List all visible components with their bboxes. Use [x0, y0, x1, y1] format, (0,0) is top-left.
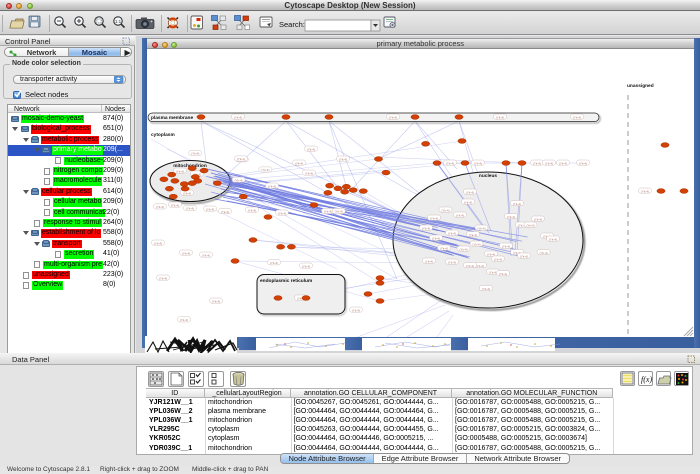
svg-text:(Yk-4): (Yk-4): [487, 252, 495, 256]
svg-text:(Yk-4): (Yk-4): [446, 161, 454, 165]
svg-text:nucleus: nucleus: [479, 173, 497, 179]
svg-text:(Yk-4): (Yk-4): [335, 209, 343, 213]
svg-text:(Yk-4): (Yk-4): [469, 232, 477, 236]
svg-text:(Yk-4): (Yk-4): [389, 115, 397, 119]
svg-text:(Yk-4): (Yk-4): [440, 246, 448, 250]
svg-text:unassigned: unassigned: [627, 83, 654, 89]
svg-text:(Yk-4): (Yk-4): [221, 209, 229, 213]
svg-text:plasma membrane: plasma membrane: [151, 115, 193, 121]
svg-text:(Yk-4): (Yk-4): [430, 216, 438, 220]
svg-text:(Yk-4): (Yk-4): [466, 190, 474, 194]
svg-text:(Yk-4): (Yk-4): [507, 214, 515, 218]
svg-text:(Yk-4): (Yk-4): [270, 261, 278, 265]
svg-text:(Yk-4): (Yk-4): [180, 318, 188, 322]
svg-text:(Yk-4): (Yk-4): [191, 151, 199, 155]
svg-text:(Yk-4): (Yk-4): [477, 226, 485, 230]
svg-text:(Yk-4): (Yk-4): [513, 201, 521, 205]
svg-text:(Yk-4): (Yk-4): [261, 168, 269, 172]
svg-text:(Yk-4): (Yk-4): [339, 157, 347, 161]
svg-text:(Yk-4): (Yk-4): [448, 260, 456, 264]
svg-text:(Yk-4): (Yk-4): [441, 208, 449, 212]
svg-text:(Yk-4): (Yk-4): [324, 209, 332, 213]
svg-text:(Yk-4): (Yk-4): [432, 236, 440, 240]
svg-text:(Yk-4): (Yk-4): [534, 217, 542, 221]
svg-text:(Yk-4): (Yk-4): [489, 270, 497, 274]
svg-text:(Yk-4): (Yk-4): [182, 251, 190, 255]
svg-text:(Yk-4): (Yk-4): [176, 169, 184, 173]
svg-text:cytoplasm: cytoplasm: [151, 132, 175, 138]
svg-text:(Yk-4): (Yk-4): [459, 247, 467, 251]
svg-text:(Yk-4): (Yk-4): [573, 115, 581, 119]
svg-text:(Yk-4): (Yk-4): [466, 263, 474, 267]
svg-text:(Yk-4): (Yk-4): [456, 213, 464, 217]
svg-text:(Yk-4): (Yk-4): [476, 263, 484, 267]
svg-text:(Yk-4): (Yk-4): [425, 259, 433, 263]
svg-text:(Yk-4): (Yk-4): [248, 208, 256, 212]
svg-text:(Yk-4): (Yk-4): [422, 226, 430, 230]
svg-text:(Yk-4): (Yk-4): [234, 115, 242, 119]
svg-text:(Yk-4): (Yk-4): [533, 161, 541, 165]
svg-text:(Yk-4): (Yk-4): [237, 157, 245, 161]
svg-text:(Yk-4): (Yk-4): [496, 115, 504, 119]
svg-text:(Yk-4): (Yk-4): [464, 200, 472, 204]
svg-text:f(x): f(x): [641, 375, 652, 384]
svg-text:(Yk-4): (Yk-4): [494, 257, 502, 261]
svg-text:(Yk-4): (Yk-4): [499, 271, 507, 275]
svg-text:(Yk-4): (Yk-4): [559, 161, 567, 165]
svg-text:(Yk-4): (Yk-4): [154, 241, 162, 245]
svg-text:(Yk-4): (Yk-4): [156, 205, 164, 209]
svg-text:(Yk-4): (Yk-4): [352, 308, 360, 312]
svg-text:(Yk-4): (Yk-4): [171, 203, 179, 207]
svg-text:(Yk-4): (Yk-4): [502, 244, 510, 248]
svg-text:Search:: Search:: [279, 20, 305, 29]
svg-text:(Yk-4): (Yk-4): [212, 299, 220, 303]
svg-text:(Yk-4): (Yk-4): [474, 161, 482, 165]
svg-text:(Yk-4): (Yk-4): [482, 286, 490, 290]
svg-text:(Yk-4): (Yk-4): [268, 184, 276, 188]
svg-text:(Yk-4): (Yk-4): [472, 242, 480, 246]
svg-text:(Yk-4): (Yk-4): [235, 178, 243, 182]
svg-text:(Yk-4): (Yk-4): [186, 206, 194, 210]
svg-text:(Yk-4): (Yk-4): [305, 171, 313, 175]
svg-text:(Yk-4): (Yk-4): [307, 147, 315, 151]
svg-text:(Yk-4): (Yk-4): [641, 189, 649, 193]
svg-text:(Yk-4): (Yk-4): [159, 276, 167, 280]
svg-text:(Yk-4): (Yk-4): [545, 161, 553, 165]
svg-text:(Yk-4): (Yk-4): [302, 264, 310, 268]
svg-text:(Yk-4): (Yk-4): [202, 253, 210, 257]
svg-text:(Yk-4): (Yk-4): [520, 254, 528, 258]
svg-text:(Yk-4): (Yk-4): [295, 161, 303, 165]
svg-text:(Yk-4): (Yk-4): [183, 191, 191, 195]
svg-text:(Yk-4): (Yk-4): [278, 211, 286, 215]
svg-text:(Yk-4): (Yk-4): [448, 231, 456, 235]
svg-text:(Yk-4): (Yk-4): [579, 161, 587, 165]
svg-text:(Yk-4): (Yk-4): [540, 250, 548, 254]
svg-text:(Yk-4): (Yk-4): [549, 237, 557, 241]
svg-text:endoplasmic reticulum: endoplasmic reticulum: [260, 278, 312, 284]
svg-text:(Yk-4): (Yk-4): [206, 207, 214, 211]
svg-text:1:1: 1:1: [115, 19, 122, 24]
svg-text:(Yk-4): (Yk-4): [526, 223, 534, 227]
